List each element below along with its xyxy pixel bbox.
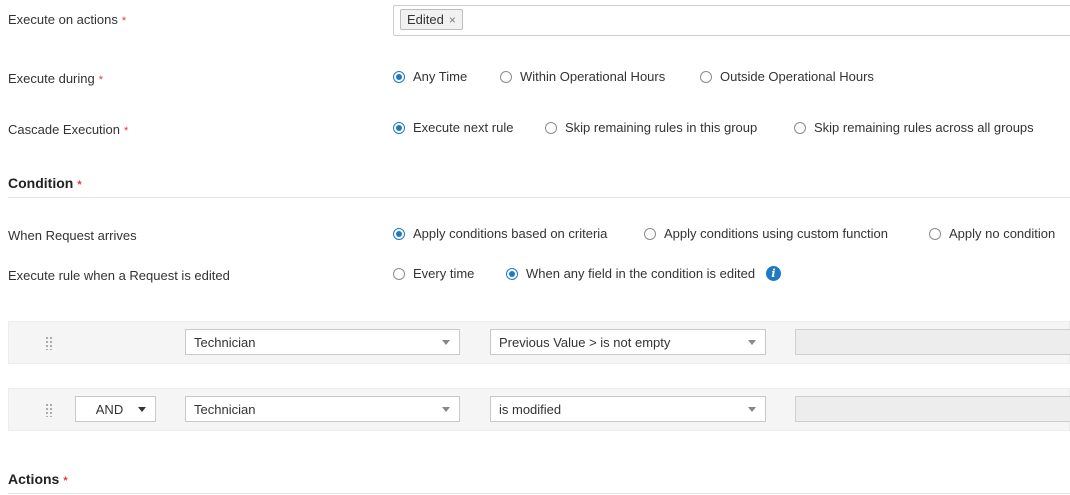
actions-title-text: Actions bbox=[8, 471, 60, 487]
radio-no-condition[interactable]: Apply no condition bbox=[929, 226, 1055, 241]
radio-checked-icon bbox=[393, 227, 405, 240]
select-value: Technician bbox=[194, 401, 256, 417]
cascade-execution-label-text: Cascade Execution bbox=[8, 122, 121, 137]
radio-label: Skip remaining rules in this group bbox=[565, 120, 758, 135]
required-mark: * bbox=[77, 179, 82, 191]
value-input[interactable] bbox=[795, 396, 1070, 422]
required-mark: * bbox=[98, 74, 104, 86]
tag-label: Edited bbox=[407, 12, 444, 27]
value-input[interactable] bbox=[795, 329, 1070, 355]
radio-unchecked-icon bbox=[700, 70, 712, 83]
radio-checked-icon bbox=[393, 70, 405, 83]
select-value: is modified bbox=[499, 401, 562, 417]
drag-handle-icon[interactable] bbox=[45, 336, 53, 350]
radio-label: Within Operational Hours bbox=[520, 69, 666, 84]
radio-checked-icon bbox=[506, 267, 518, 280]
actions-section-title: Actions * bbox=[8, 471, 68, 487]
select-value: Previous Value > is not empty bbox=[499, 334, 671, 350]
radio-conditions-criteria[interactable]: Apply conditions based on criteria bbox=[393, 226, 607, 241]
radio-label: Apply conditions based on criteria bbox=[413, 226, 608, 241]
chevron-down-icon bbox=[748, 407, 756, 412]
criteria-select[interactable]: is modified bbox=[490, 396, 766, 422]
radio-every-time[interactable]: Every time bbox=[393, 266, 474, 281]
radio-label: Apply no condition bbox=[949, 226, 1056, 241]
chevron-down-icon bbox=[442, 340, 450, 345]
required-mark: * bbox=[63, 475, 68, 487]
radio-label: Execute next rule bbox=[413, 120, 514, 135]
radio-unchecked-icon bbox=[929, 227, 941, 240]
required-mark: * bbox=[121, 15, 127, 27]
execute-when-edited-label: Execute rule when a Request is edited bbox=[8, 268, 230, 283]
condition-section-title: Condition * bbox=[8, 175, 82, 191]
radio-unchecked-icon bbox=[545, 121, 557, 134]
chevron-down-icon bbox=[138, 407, 146, 412]
radio-execute-next-rule[interactable]: Execute next rule bbox=[393, 120, 513, 135]
cascade-execution-label: Cascade Execution * bbox=[8, 122, 128, 137]
radio-unchecked-icon bbox=[794, 121, 806, 134]
execute-during-label: Execute during * bbox=[8, 71, 103, 86]
radio-within-operational-hours[interactable]: Within Operational Hours bbox=[500, 69, 665, 84]
chevron-down-icon bbox=[748, 340, 756, 345]
select-value: Technician bbox=[194, 334, 256, 350]
radio-any-time[interactable]: Any Time bbox=[393, 69, 467, 84]
radio-label: Apply conditions using custom function bbox=[664, 226, 889, 241]
radio-label: Skip remaining rules across all groups bbox=[814, 120, 1034, 135]
condition-row: AND Technician is modified bbox=[8, 388, 1070, 431]
logical-operator-select[interactable]: AND bbox=[75, 396, 156, 422]
field-select[interactable]: Technician bbox=[185, 329, 460, 355]
radio-condition-field-edited[interactable]: When any field in the condition is edite… bbox=[506, 266, 755, 281]
actions-tag-input[interactable]: Edited × bbox=[393, 5, 1070, 36]
criteria-select[interactable]: Previous Value > is not empty bbox=[490, 329, 766, 355]
when-request-arrives-label: When Request arrives bbox=[8, 228, 137, 243]
radio-unchecked-icon bbox=[500, 70, 512, 83]
chevron-down-icon bbox=[442, 407, 450, 412]
radio-label: Every time bbox=[413, 266, 475, 281]
radio-checked-icon bbox=[393, 121, 405, 134]
required-mark: * bbox=[124, 125, 129, 137]
radio-conditions-custom-function[interactable]: Apply conditions using custom function bbox=[644, 226, 888, 241]
execute-on-actions-label-text: Execute on actions bbox=[8, 12, 118, 27]
field-select[interactable]: Technician bbox=[185, 396, 460, 422]
radio-outside-operational-hours[interactable]: Outside Operational Hours bbox=[700, 69, 874, 84]
section-divider bbox=[8, 197, 1070, 198]
close-icon[interactable]: × bbox=[449, 14, 456, 26]
radio-skip-remaining-all-groups[interactable]: Skip remaining rules across all groups bbox=[794, 120, 1034, 135]
drag-handle-icon[interactable] bbox=[45, 403, 53, 417]
tag-edited: Edited × bbox=[400, 9, 463, 30]
radio-label: Any Time bbox=[413, 69, 468, 84]
radio-label: When any field in the condition is edite… bbox=[526, 266, 756, 281]
execute-during-label-text: Execute during bbox=[8, 71, 95, 86]
execute-on-actions-label: Execute on actions * bbox=[8, 12, 126, 27]
radio-skip-remaining-group[interactable]: Skip remaining rules in this group bbox=[545, 120, 757, 135]
condition-title-text: Condition bbox=[8, 175, 74, 191]
info-icon[interactable]: i bbox=[766, 266, 781, 281]
radio-label: Outside Operational Hours bbox=[720, 69, 874, 84]
section-divider bbox=[8, 493, 1070, 494]
radio-unchecked-icon bbox=[393, 267, 405, 280]
select-value: AND bbox=[95, 401, 124, 417]
radio-unchecked-icon bbox=[644, 227, 656, 240]
condition-row: Technician Previous Value > is not empty bbox=[8, 321, 1070, 364]
